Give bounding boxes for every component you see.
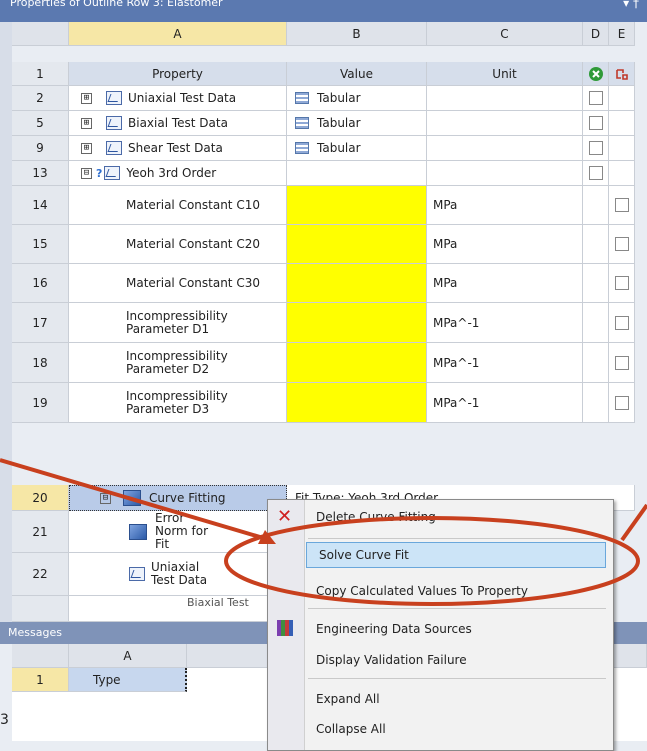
annotation-ellipse	[224, 516, 640, 606]
annotation-edge-line	[620, 503, 647, 542]
annotation-arrow-line	[0, 458, 271, 542]
annotation-overlay	[0, 458, 647, 606]
